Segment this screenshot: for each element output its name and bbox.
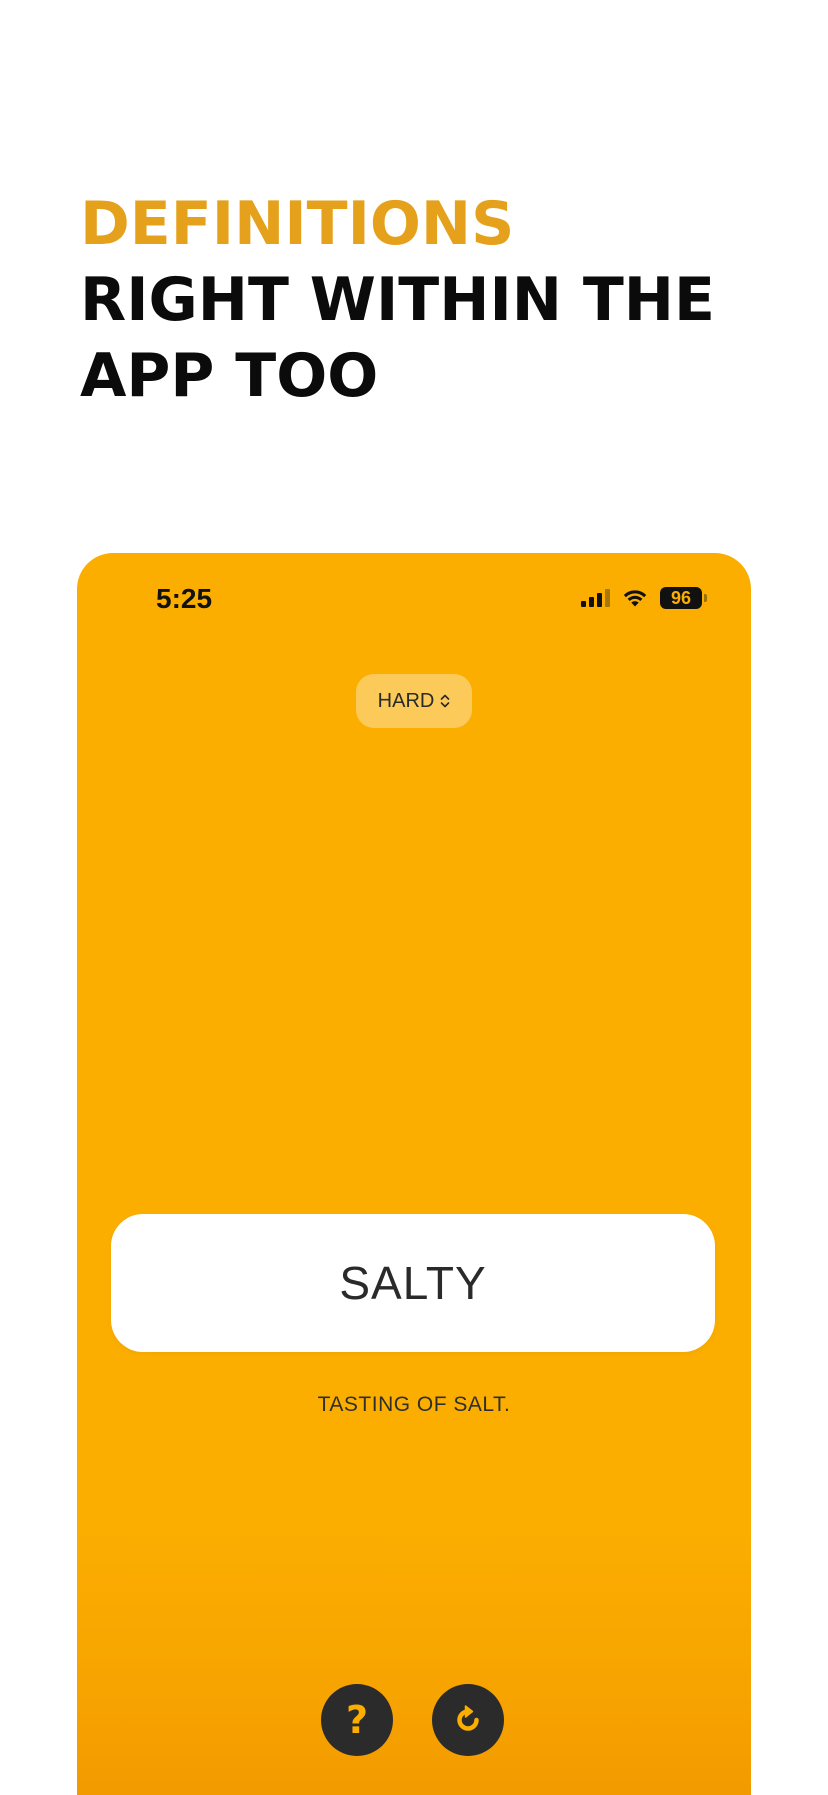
word-card[interactable]: SALTY: [111, 1214, 715, 1352]
promo-headline: DEFINITIONS RIGHT WITHIN THE APP TOO: [80, 186, 780, 414]
headline-accent-line: DEFINITIONS: [80, 189, 515, 259]
headline-line-2: RIGHT WITHIN THE: [80, 265, 716, 335]
refresh-icon: [457, 1705, 479, 1731]
headline-line-3: APP TOO: [80, 341, 379, 411]
question-icon: ?: [345, 1698, 369, 1742]
refresh-button[interactable]: [432, 1684, 504, 1756]
cellular-signal-icon: [581, 589, 610, 607]
status-icons: 96: [581, 587, 707, 609]
battery-icon: 96: [660, 587, 707, 609]
chevron-up-down-icon: [440, 694, 450, 708]
word-definition: TASTING OF SALT.: [317, 1393, 511, 1416]
help-button[interactable]: ?: [321, 1684, 393, 1756]
status-time: 5:25: [156, 583, 213, 614]
difficulty-selector[interactable]: HARD: [356, 674, 472, 728]
word-text: SALTY: [339, 1257, 487, 1309]
battery-level: 96: [660, 587, 702, 609]
wifi-icon: [623, 589, 647, 606]
phone-screen: 5:25 96 HARD SALTY TASTING OF SALT. ?: [77, 553, 751, 1795]
difficulty-label: HARD: [377, 689, 435, 712]
